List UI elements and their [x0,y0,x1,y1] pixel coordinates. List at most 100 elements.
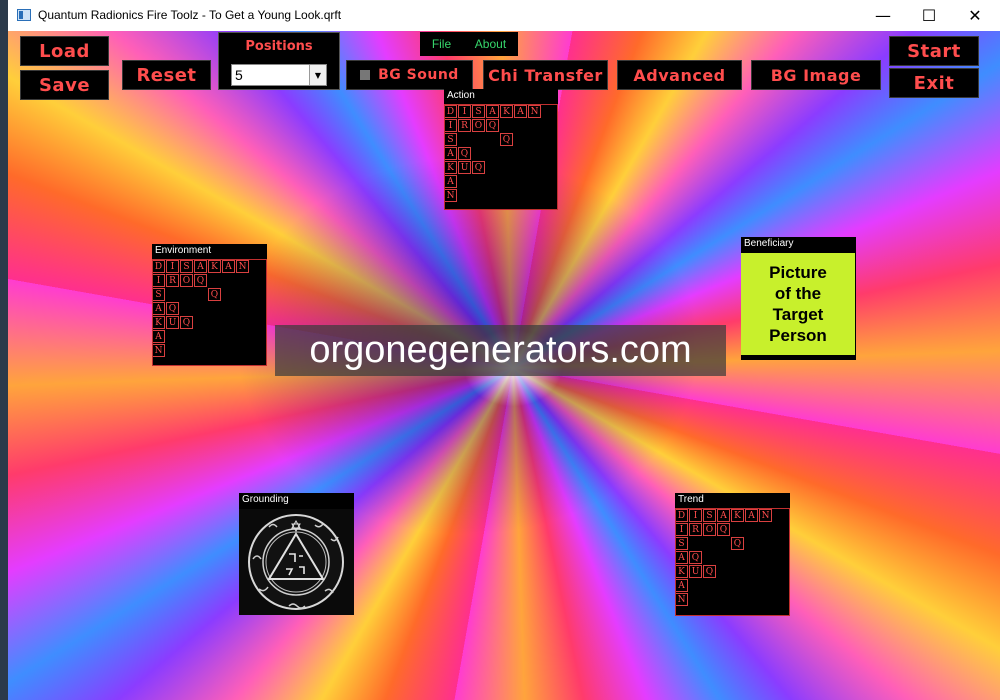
grid-cell: K [675,565,688,578]
grid-cell [472,133,485,146]
trend-grid: DISAKANIROQSQAQKUQAN [675,509,773,607]
environment-grid: DISAKANIROQSQAQKUQAN [152,260,250,358]
chevron-down-icon[interactable]: ▼ [309,65,326,85]
action-panel[interactable]: Action DISAKANIROQSQAQKUQAN [444,89,558,210]
grid-cell: D [675,509,688,522]
bg-image-button[interactable]: BG Image [751,60,881,90]
advanced-button[interactable]: Advanced [617,60,742,90]
target-person-picture: Picture of the Target Person [741,253,855,355]
background-canvas: Load Save Reset Positions 5 ▼ File About… [8,31,1000,700]
grid-cell: Q [500,133,513,146]
grid-cell: U [689,565,702,578]
app-window: Quantum Radionics Fire Toolz - To Get a … [8,0,1000,700]
grid-cell: R [166,274,179,287]
grid-cell: I [166,260,179,273]
grid-cell: A [152,330,165,343]
grid-cell: U [458,161,471,174]
save-button[interactable]: Save [20,70,109,100]
title-bar[interactable]: Quantum Radionics Fire Toolz - To Get a … [8,0,1000,31]
grid-cell: K [152,316,165,329]
grid-cell: S [703,509,716,522]
grid-cell: Q [166,302,179,315]
window-title: Quantum Radionics Fire Toolz - To Get a … [38,8,342,22]
close-button[interactable]: ✕ [952,0,998,31]
bg-sound-checkbox[interactable]: BG Sound [346,60,473,90]
action-title: Action [444,89,558,103]
grid-cell: D [152,260,165,273]
trend-title: Trend [675,493,790,507]
grid-cell: K [444,161,457,174]
grid-row: KUQ [152,316,250,330]
grid-cell: I [444,119,457,132]
grid-row: KUQ [444,161,542,175]
grid-cell: R [689,523,702,536]
grid-cell: A [675,579,688,592]
grid-row: A [444,175,542,189]
beneficiary-title: Beneficiary [741,237,856,251]
grid-cell [689,537,702,550]
beneficiary-panel[interactable]: Beneficiary Picture of the Target Person [741,237,856,360]
start-button[interactable]: Start [889,36,979,66]
grid-cell [180,288,193,301]
grid-row: N [152,344,250,358]
grid-cell: A [717,509,730,522]
grid-cell: S [472,105,485,118]
grid-cell: D [444,105,457,118]
positions-value: 5 [235,67,243,83]
positions-select[interactable]: 5 ▼ [231,64,327,86]
grid-cell: A [194,260,207,273]
grid-cell: K [500,105,513,118]
grid-row: DISAKAN [444,105,542,119]
grid-cell: A [745,509,758,522]
positions-group: Positions 5 ▼ [218,32,340,90]
menu-file[interactable]: File [432,37,451,51]
grid-row: AQ [152,302,250,316]
grid-cell: Q [458,147,471,160]
grid-cell [194,288,207,301]
grid-cell: O [703,523,716,536]
grid-row: AQ [444,147,542,161]
grid-cell: N [444,189,457,202]
reset-button[interactable]: Reset [122,60,211,90]
grid-cell [703,537,716,550]
grid-cell: N [675,593,688,606]
grid-cell: Q [703,565,716,578]
grid-row: SQ [444,133,542,147]
menu-about[interactable]: About [475,37,506,51]
grid-row: A [675,579,773,593]
trend-panel[interactable]: Trend DISAKANIROQSQAQKUQAN [675,493,790,616]
grid-cell: Q [208,288,221,301]
grounding-title: Grounding [239,493,354,507]
grid-cell: U [166,316,179,329]
grid-cell: K [208,260,221,273]
bg-sound-label: BG Sound [378,67,459,83]
grid-cell: N [528,105,541,118]
chi-transfer-button[interactable]: Chi Transfer [483,60,608,90]
grid-cell [458,133,471,146]
maximize-button[interactable]: ☐ [906,0,952,31]
exit-button[interactable]: Exit [889,68,979,98]
grid-row: AQ [675,551,773,565]
grounding-panel[interactable]: Grounding [239,493,354,615]
load-button[interactable]: Load [20,36,109,66]
grid-cell: S [675,537,688,550]
grid-cell: I [152,274,165,287]
positions-label: Positions [245,39,313,54]
picture-line: Person [769,326,827,345]
grid-row: DISAKAN [152,260,250,274]
grid-cell: Q [731,537,744,550]
action-grid: DISAKANIROQSQAQKUQAN [444,105,542,203]
checkbox-icon[interactable] [360,70,371,80]
environment-panel[interactable]: Environment DISAKANIROQSQAQKUQAN [152,244,267,366]
grid-cell: N [236,260,249,273]
grid-cell: Q [180,316,193,329]
grid-cell: Q [472,161,485,174]
grid-row: IROQ [444,119,542,133]
grid-cell [717,537,730,550]
grid-row: N [444,189,542,203]
minimize-button[interactable]: — [860,0,906,31]
grid-cell: S [444,133,457,146]
grid-cell: Q [689,551,702,564]
grid-cell: Q [194,274,207,287]
app-icon [17,9,31,21]
